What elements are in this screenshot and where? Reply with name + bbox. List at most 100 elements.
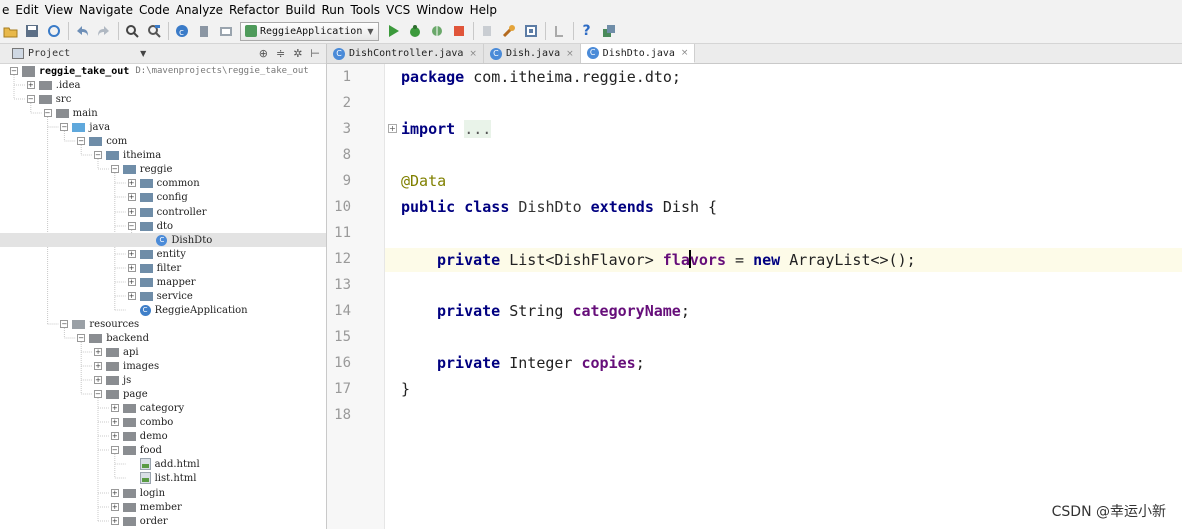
close-icon[interactable]: × <box>566 49 574 59</box>
tree-item-src[interactable]: − src <box>0 92 326 106</box>
tree-item-page[interactable]: − page <box>0 387 326 401</box>
search-icon[interactable] <box>124 23 140 39</box>
expand-icon[interactable]: + <box>94 362 102 370</box>
collapse-icon[interactable]: − <box>77 334 86 342</box>
collapse-icon[interactable]: − <box>60 320 69 328</box>
tree-item-member[interactable]: + member <box>0 500 326 514</box>
help-icon[interactable]: ? <box>579 23 595 39</box>
tree-item-backend[interactable]: − backend <box>0 331 326 345</box>
collapse-icon[interactable]: − <box>110 165 119 173</box>
vcs-icon[interactable] <box>551 23 567 39</box>
menu-vcs[interactable]: VCS <box>386 3 410 17</box>
tree-item-order[interactable]: + order <box>0 514 326 528</box>
tree-item-filter[interactable]: + filter <box>0 261 326 275</box>
tree-item-combo[interactable]: + combo <box>0 415 326 429</box>
tree-item-add-html[interactable]: add.html <box>0 457 326 471</box>
database-icon[interactable] <box>601 23 617 39</box>
collapse-icon[interactable]: − <box>26 95 35 103</box>
close-icon[interactable]: × <box>681 48 689 58</box>
tree-item-resources[interactable]: − resources <box>0 317 326 331</box>
menu-e[interactable]: e <box>2 3 9 17</box>
expand-icon[interactable]: + <box>110 404 119 412</box>
expand-icon[interactable]: + <box>94 348 102 356</box>
expand-icon[interactable]: + <box>127 208 136 216</box>
editor-tab[interactable]: C Dish.java × <box>483 44 581 63</box>
menu-window[interactable]: Window <box>416 3 463 17</box>
settings-icon[interactable] <box>501 23 517 39</box>
tree-item-mapper[interactable]: + mapper <box>0 275 326 289</box>
tree-item-common[interactable]: + common <box>0 176 326 190</box>
tree-item-category[interactable]: + category <box>0 401 326 415</box>
debug-icon[interactable] <box>407 23 423 39</box>
tree-item-reggieapplication[interactable]: C ReggieApplication <box>0 303 326 317</box>
tree-item-dto[interactable]: − dto <box>0 219 326 233</box>
tree-item-main[interactable]: − main <box>0 106 326 120</box>
fold-marker-icon[interactable]: + <box>388 124 397 133</box>
expand-icon[interactable]: + <box>110 503 119 511</box>
replace-icon[interactable] <box>146 23 162 39</box>
coverage-icon[interactable] <box>429 23 445 39</box>
expand-icon[interactable]: + <box>127 278 136 286</box>
collapse-icon[interactable]: − <box>127 222 136 230</box>
compile-icon[interactable]: c <box>174 23 190 39</box>
menu-analyze[interactable]: Analyze <box>176 3 223 17</box>
expand-icon[interactable]: + <box>110 418 119 426</box>
locate-icon[interactable]: ⊕ <box>259 47 268 60</box>
redo-icon[interactable] <box>96 23 112 39</box>
collapse-icon[interactable]: − <box>60 123 69 131</box>
expand-icon[interactable]: + <box>127 250 136 258</box>
expand-icon[interactable]: + <box>94 376 102 384</box>
project-panel-title[interactable]: Project <box>28 48 70 59</box>
tree-item-java[interactable]: − java <box>0 120 326 134</box>
tree-item-itheima[interactable]: − itheima <box>0 148 326 162</box>
tree-item-dishdto[interactable]: C DishDto <box>0 233 326 247</box>
menu-refactor[interactable]: Refactor <box>229 3 279 17</box>
tree-item-list-html[interactable]: list.html <box>0 471 326 485</box>
code-editor[interactable]: 1 2 3 8 9 10 11 12 13 14 15 16 17 18 + package com.it… <box>327 64 1182 529</box>
expand-icon[interactable]: + <box>110 517 119 525</box>
tree-item-entity[interactable]: + entity <box>0 247 326 261</box>
collapse-icon[interactable]: − <box>94 151 102 159</box>
expand-icon[interactable]: + <box>127 193 136 201</box>
tree-item-login[interactable]: + login <box>0 486 326 500</box>
run-configuration-selector[interactable]: ReggieApplication ▼ <box>240 21 379 41</box>
menu-build[interactable]: Build <box>285 3 315 17</box>
expand-icon[interactable]: + <box>127 264 136 272</box>
project-structure-icon[interactable] <box>218 23 234 39</box>
menu-help[interactable]: Help <box>470 3 497 17</box>
editor-tab[interactable]: C DishDto.java × <box>580 44 696 63</box>
undo-icon[interactable] <box>74 23 90 39</box>
editor-tab[interactable]: C DishController.java × <box>327 44 484 63</box>
tree-item-com[interactable]: − com <box>0 134 326 148</box>
collapse-all-icon[interactable]: ≑ <box>276 47 285 60</box>
sdk-icon[interactable] <box>523 23 539 39</box>
collapse-icon[interactable]: − <box>43 109 52 117</box>
close-icon[interactable]: × <box>469 49 477 59</box>
collapse-icon[interactable]: − <box>110 446 119 454</box>
menu-code[interactable]: Code <box>139 3 170 17</box>
expand-icon[interactable]: + <box>110 432 119 440</box>
tree-item-js[interactable]: + js <box>0 373 326 387</box>
collapse-icon[interactable]: − <box>10 67 18 75</box>
menu-run[interactable]: Run <box>321 3 344 17</box>
menu-navigate[interactable]: Navigate <box>79 3 133 17</box>
tree-item-config[interactable]: + config <box>0 190 326 204</box>
tree-item--idea[interactable]: + .idea <box>0 78 326 92</box>
menu-view[interactable]: View <box>45 3 73 17</box>
expand-icon[interactable]: + <box>110 489 119 497</box>
menu-tools[interactable]: Tools <box>350 3 380 17</box>
open-folder-icon[interactable] <box>2 23 18 39</box>
tree-item-food[interactable]: − food <box>0 443 326 457</box>
save-icon[interactable] <box>24 23 40 39</box>
tree-item-reggie[interactable]: − reggie <box>0 162 326 176</box>
run-icon[interactable] <box>385 23 401 39</box>
tree-item-images[interactable]: + images <box>0 359 326 373</box>
collapse-icon[interactable]: − <box>94 390 102 398</box>
tree-item-reggie-take-out[interactable]: − reggie_take_out D:\mavenprojects\reggie_… <box>0 64 326 78</box>
tree-item-service[interactable]: + service <box>0 289 326 303</box>
build-icon[interactable] <box>196 23 212 39</box>
stop-icon[interactable] <box>451 23 467 39</box>
expand-icon[interactable]: + <box>26 81 35 89</box>
expand-icon[interactable]: + <box>127 179 136 187</box>
sync-icon[interactable] <box>46 23 62 39</box>
